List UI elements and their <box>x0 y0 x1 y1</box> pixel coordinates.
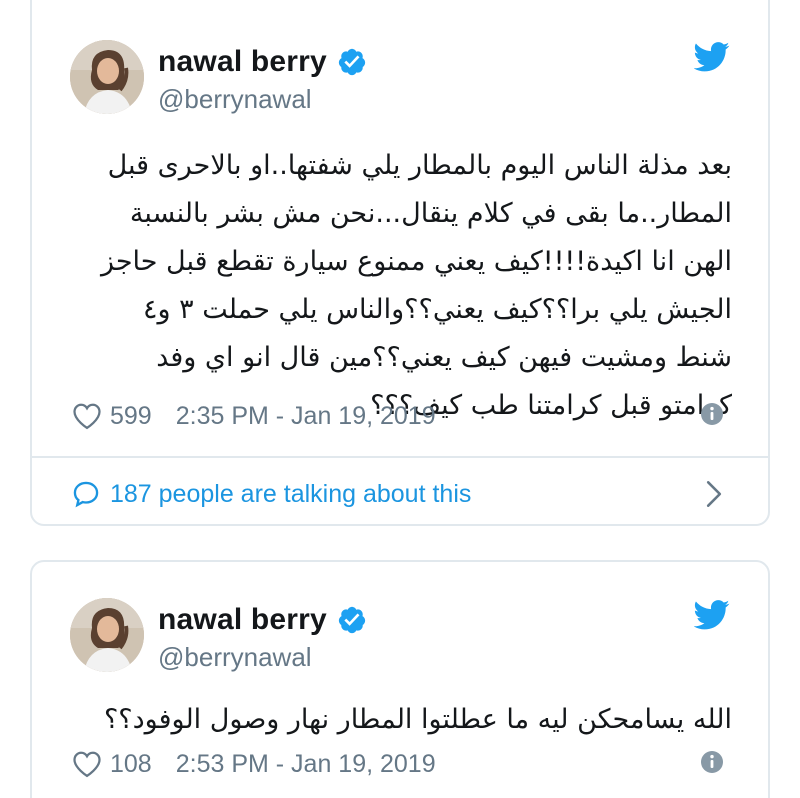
author-handle[interactable]: @berrynawal <box>158 84 312 115</box>
tweet-header: nawal berry @berrynawal <box>70 40 730 115</box>
author-name[interactable]: nawal berry <box>158 603 327 637</box>
tweet-meta: 599 2:35 PM - Jan 19, 2019 <box>72 398 724 434</box>
avatar[interactable] <box>70 40 144 114</box>
conversation-text[interactable]: 187 people are talking about this <box>110 480 471 509</box>
heart-icon[interactable] <box>72 750 102 778</box>
like-count: 599 <box>110 401 152 430</box>
tweet-header: nawal berry @berrynawal <box>70 598 730 673</box>
author-name[interactable]: nawal berry <box>158 45 327 79</box>
twitter-bird-icon[interactable] <box>694 42 730 72</box>
verified-badge-icon <box>338 48 366 76</box>
chevron-right-icon[interactable] <box>704 480 724 508</box>
tweet-text: الله يسامحكن ليه ما عطلتوا المطار نهار و… <box>103 704 732 735</box>
divider <box>32 456 768 458</box>
tweet-card[interactable]: nawal berry @berrynawal بعد مذلة الناس ا… <box>30 0 770 526</box>
avatar[interactable] <box>70 598 144 672</box>
tweet-text: بعد مذلة الناس اليوم بالمطار يلي شفتها..… <box>100 150 732 421</box>
tweet-timestamp[interactable]: 2:53 PM - Jan 19, 2019 <box>176 750 436 779</box>
twitter-bird-icon[interactable] <box>694 600 730 630</box>
info-icon[interactable] <box>700 750 724 774</box>
tweet-timestamp[interactable]: 2:35 PM - Jan 19, 2019 <box>176 402 436 431</box>
tweet-meta: 108 2:53 PM - Jan 19, 2019 <box>72 746 724 782</box>
verified-badge-icon <box>338 606 366 634</box>
speech-bubble-icon <box>73 481 99 508</box>
heart-icon[interactable] <box>72 402 102 430</box>
conversation-link[interactable]: 187 people are talking about this <box>72 474 724 514</box>
like-count: 108 <box>110 749 152 778</box>
info-icon[interactable] <box>700 402 724 426</box>
tweet-card[interactable]: nawal berry @berrynawal الله يسامحكن ليه… <box>30 560 770 798</box>
author-handle[interactable]: @berrynawal <box>158 642 312 673</box>
